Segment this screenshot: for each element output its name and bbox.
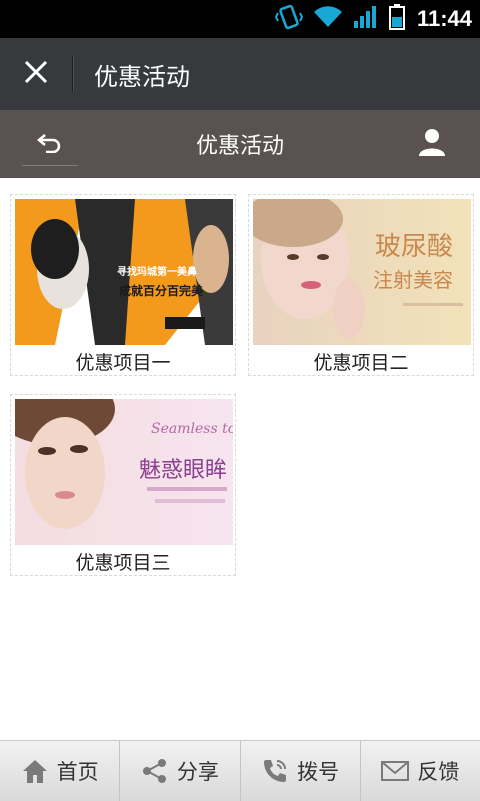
- promo-1-headline: 寻找玛城第一美鼻: [117, 265, 197, 278]
- nav-feedback-label: 反馈: [417, 760, 460, 784]
- promo-2-headline: 玻尿酸: [375, 232, 453, 262]
- promo-3-headline: 魅惑眼眸: [139, 458, 227, 483]
- vibrate-icon: [274, 4, 304, 34]
- promotion-image-2[interactable]: 玻尿酸 注射美容: [253, 199, 471, 345]
- nav-share[interactable]: 分享: [120, 741, 241, 801]
- promo-2-subline: 注射美容: [373, 268, 453, 292]
- nav-dial-label: 拨号: [297, 760, 340, 784]
- promotion-label-3[interactable]: 优惠项目三: [11, 545, 235, 577]
- promotion-card-3[interactable]: Seamless to 魅惑眼眸 优惠项目三: [10, 394, 236, 576]
- promotion-card-2[interactable]: 玻尿酸 注射美容 优惠项目二: [248, 194, 474, 376]
- user-button[interactable]: [412, 124, 452, 164]
- nav-share-label: 分享: [176, 760, 219, 784]
- nav-dial[interactable]: 拨号: [241, 741, 361, 801]
- page-header: 优惠活动: [0, 110, 480, 178]
- title-bar: 优惠活动: [0, 38, 480, 110]
- close-button[interactable]: [0, 38, 72, 110]
- nav-feedback[interactable]: 反馈: [361, 741, 480, 801]
- back-button[interactable]: [20, 122, 80, 166]
- battery-icon: [388, 4, 405, 34]
- status-time: 11:44: [416, 6, 472, 31]
- promotion-image-3[interactable]: Seamless to 魅惑眼眸: [15, 399, 233, 545]
- promo-1-subline: 成就百分百完美: [119, 283, 204, 298]
- phone-icon: [261, 757, 289, 785]
- window-title: 优惠活动: [94, 62, 190, 91]
- status-icons: 11:44: [274, 0, 472, 38]
- user-icon: [417, 127, 447, 161]
- back-arrow-icon: [37, 131, 63, 157]
- close-icon: [23, 59, 49, 89]
- nav-home-label: 首页: [56, 760, 99, 784]
- home-icon: [21, 757, 49, 785]
- promotion-image-1[interactable]: 寻找玛城第一美鼻 成就百分百完美: [15, 199, 233, 345]
- promotion-label-2[interactable]: 优惠项目二: [249, 345, 473, 377]
- bottom-nav: 首页 分享 拨号 反馈: [0, 740, 480, 801]
- title-divider: [72, 56, 74, 92]
- promo-3-tagline: Seamless to: [151, 421, 233, 437]
- signal-icon: [353, 5, 379, 33]
- wifi-icon: [313, 5, 343, 33]
- mail-icon: [381, 757, 410, 785]
- promotion-card-1[interactable]: 寻找玛城第一美鼻 成就百分百完美 优惠项目一: [10, 194, 236, 376]
- share-icon: [141, 757, 169, 785]
- promotion-label-1[interactable]: 优惠项目一: [11, 345, 235, 377]
- status-bar: 11:44: [0, 0, 480, 38]
- nav-home[interactable]: 首页: [0, 741, 121, 801]
- back-underline: [22, 165, 78, 166]
